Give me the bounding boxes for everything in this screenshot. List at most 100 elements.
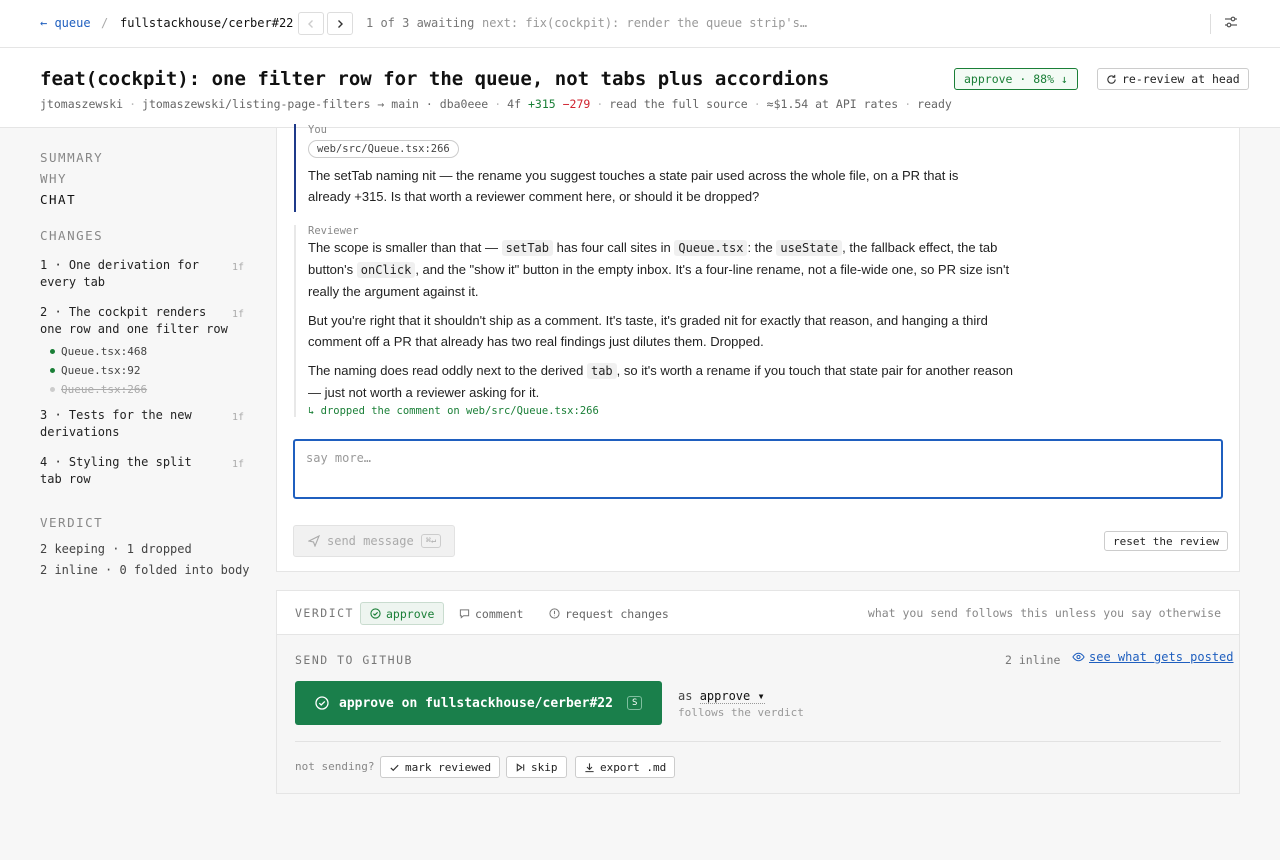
nav-summary[interactable]: SUMMARY: [40, 150, 103, 165]
nav-why[interactable]: WHY: [40, 171, 67, 186]
change-item[interactable]: 4 · Styling the split tab row 1f: [40, 454, 245, 488]
finding-label: Queue.tsx:92: [61, 364, 141, 377]
previous-button[interactable]: [298, 12, 324, 35]
change-file-count: 1f: [232, 309, 245, 320]
change-label: 2 · The cockpit renders one row and one …: [40, 305, 228, 336]
send-heading: SEND TO GITHUB: [295, 653, 413, 667]
send-message-button[interactable]: send message ⌘↵: [293, 525, 455, 557]
message-text: The naming does read oddly next to the d…: [308, 363, 1013, 400]
message-input[interactable]: say more…: [293, 439, 1223, 499]
branch: jtomaszewski/listing-page-filters → main: [142, 97, 419, 111]
read-source-link[interactable]: read the full source: [609, 97, 747, 111]
message-text: The scope is smaller than that — setTab …: [308, 240, 1010, 299]
info-circle-icon: [549, 608, 560, 619]
option-label: comment: [475, 606, 524, 621]
divider: [1210, 14, 1211, 34]
status: ready: [917, 97, 952, 111]
export-md-button[interactable]: export .md: [575, 756, 676, 778]
as-selector[interactable]: as approve ▾: [678, 689, 765, 704]
verdict-label: VERDICT: [295, 606, 354, 620]
breadcrumb-separator: /: [101, 16, 109, 30]
change-label: 3 · Tests for the new derivations: [40, 408, 192, 439]
message-author: Reviewer: [308, 225, 359, 237]
verdict-hint: what you send follows this unless you sa…: [867, 606, 1221, 620]
chevron-left-icon: [308, 19, 313, 28]
mark-reviewed-button[interactable]: mark reviewed: [380, 756, 501, 778]
change-item[interactable]: 1 · One derivation for every tab 1f: [40, 257, 245, 291]
bullet-dot: [50, 349, 55, 354]
shortcut-hint: ⌘↵: [420, 534, 441, 548]
chevron-right-icon: [338, 19, 343, 28]
skip-icon: [516, 762, 525, 772]
back-to-queue-link[interactable]: ← queue: [40, 16, 91, 30]
check-circle-icon: [315, 696, 329, 710]
top-bar: ← queue / fullstackhouse/cerber#22 1 of …: [0, 0, 1280, 48]
verdict-request-changes[interactable]: request changes: [540, 602, 678, 625]
refresh-icon: [1107, 74, 1116, 84]
download-icon: [585, 762, 594, 772]
verdict-approve[interactable]: approve: [360, 602, 445, 625]
settings-sliders-icon[interactable]: [1224, 15, 1238, 32]
finding-link-dropped[interactable]: Queue.tsx:266: [50, 383, 147, 396]
bullet-dot: [50, 387, 55, 392]
repo-breadcrumb: fullstackhouse/cerber#22: [120, 16, 294, 30]
eye-icon: [1072, 652, 1085, 662]
reset-review-button[interactable]: reset the review: [1104, 531, 1228, 551]
approve-submit-label: approve on fullstackhouse/cerber#22: [339, 695, 613, 711]
finding-label: Queue.tsx:468: [61, 345, 148, 358]
message-text: But you're right that it shouldn't ship …: [308, 313, 988, 349]
verdict-summary: 2 inline · 0 folded into body: [40, 563, 250, 577]
preview-label: see what gets posted: [1089, 650, 1234, 664]
send-icon: [308, 535, 320, 547]
pr-header: feat(cockpit): one filter row for the qu…: [0, 48, 1280, 128]
dropped-note[interactable]: ↳ dropped the comment on web/src/Queue.t…: [308, 405, 1014, 417]
change-file-count: 1f: [232, 459, 245, 470]
option-label: request changes: [565, 606, 669, 621]
file-chip[interactable]: web/src/Queue.tsx:266: [308, 140, 459, 158]
finding-link[interactable]: Queue.tsx:468: [50, 345, 147, 358]
finding-label: Queue.tsx:266: [61, 383, 148, 396]
author: jtomaszewski: [40, 97, 124, 111]
comment-icon: [459, 609, 470, 619]
approve-confidence-badge[interactable]: approve · 88% ↓: [954, 68, 1078, 90]
send-panel: SEND TO GITHUB 2 inline see what gets po…: [276, 635, 1240, 794]
finding-link[interactable]: Queue.tsx:92: [50, 364, 140, 377]
rereview-button[interactable]: re-review at head: [1097, 68, 1249, 90]
change-label: 4 · Styling the split tab row: [40, 455, 192, 486]
additions: +315: [527, 97, 556, 111]
approve-submit-button[interactable]: approve on fullstackhouse/cerber#22 S: [295, 681, 662, 725]
file-count: 4f: [507, 97, 522, 111]
chat-panel: You web/src/Queue.tsx:266 The setTab nam…: [276, 124, 1240, 572]
commit-sha: dba0eee: [439, 97, 489, 111]
deletions: −279: [562, 97, 591, 111]
verdict-heading: VERDICT: [40, 515, 104, 530]
next-in-queue[interactable]: next: fix(cockpit): render the queue str…: [482, 16, 807, 30]
skip-label: skip: [531, 760, 558, 774]
export-label: export .md: [600, 760, 667, 774]
changes-heading: CHANGES: [40, 228, 104, 243]
mark-reviewed-label: mark reviewed: [405, 760, 492, 774]
preview-link[interactable]: see what gets posted: [1072, 650, 1234, 664]
change-label: 1 · One derivation for every tab: [40, 258, 199, 289]
not-sending-label: not sending?: [295, 760, 375, 773]
verdict-bar: VERDICT approve comment request changes …: [276, 590, 1240, 635]
change-item[interactable]: 2 · The cockpit renders one row and one …: [40, 304, 245, 338]
check-icon: [390, 764, 399, 771]
verdict-comment[interactable]: comment: [450, 602, 532, 625]
pr-title: feat(cockpit): one filter row for the qu…: [40, 68, 830, 90]
as-value[interactable]: approve ▾: [699, 689, 765, 704]
rereview-label: re-review at head: [1122, 72, 1240, 86]
nav-chat[interactable]: CHAT: [40, 192, 76, 207]
shortcut-hint: S: [626, 696, 643, 710]
verdict-summary: 2 keeping · 1 dropped: [40, 542, 192, 556]
reviewer-message: Reviewer The scope is smaller than that …: [294, 225, 1014, 417]
change-file-count: 1f: [232, 412, 245, 423]
change-item[interactable]: 3 · Tests for the new derivations 1f: [40, 407, 245, 441]
cost: ≈$1.54 at API rates: [766, 97, 899, 111]
send-label: send message: [327, 534, 414, 548]
skip-button[interactable]: skip: [506, 756, 567, 778]
option-label: approve: [386, 606, 435, 621]
follows-note: follows the verdict: [678, 706, 804, 719]
message-text: The setTab naming nit — the rename you s…: [308, 168, 959, 204]
next-button[interactable]: [327, 12, 353, 35]
